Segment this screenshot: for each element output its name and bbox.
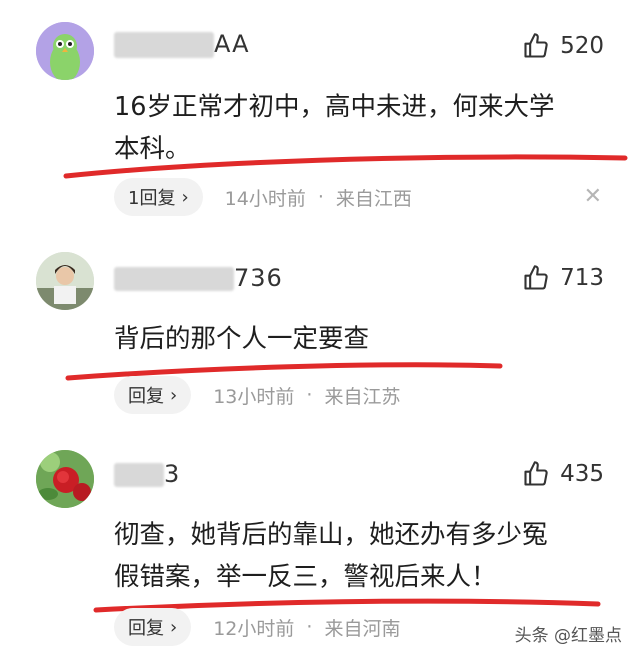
separator-dot: ·: [306, 384, 313, 406]
like-button[interactable]: 435: [522, 460, 604, 488]
avatar[interactable]: [36, 22, 94, 80]
reply-label: 1回复: [128, 188, 176, 209]
separator-dot: ·: [317, 186, 324, 208]
separator-dot: ·: [306, 616, 313, 638]
username-visible-part: 3: [164, 460, 181, 488]
comment-text: 16岁正常才初中，高中未进，何来大学 本科。: [114, 86, 614, 170]
username[interactable]: 3: [114, 460, 180, 488]
location: 来自江苏: [324, 385, 401, 408]
comment-text-line: 彻查，她背后的靠山，她还办有多少冤: [114, 520, 548, 550]
location: 来自河南: [324, 617, 401, 640]
chevron-right-icon: ›: [170, 616, 178, 638]
like-count: 713: [560, 265, 604, 291]
comment-1: AA 520 16岁正常才初中，高中未进，何来大学 本科。 1回复 › 14小时…: [0, 0, 640, 230]
reply-label: 回复: [128, 618, 164, 639]
comment-meta: 回复 › 12小时前 · 来自河南: [114, 608, 400, 646]
timestamp: 14小时前: [224, 187, 306, 210]
comment-text-line: 假错案，举一反三，警视后来人！: [114, 562, 497, 592]
comment-text: 背后的那个人一定要查: [114, 318, 614, 360]
watermark: 头条 @红墨点: [514, 626, 622, 646]
reply-button[interactable]: 回复 ›: [114, 376, 192, 414]
chevron-right-icon: ›: [181, 186, 189, 208]
username-visible-part: 736: [234, 264, 283, 292]
thumbs-up-icon: [522, 264, 550, 292]
comment-text: 彻查，她背后的靠山，她还办有多少冤 假错案，举一反三，警视后来人！: [114, 514, 614, 598]
avatar-image: [36, 22, 94, 80]
like-count: 435: [560, 461, 604, 487]
chevron-right-icon: ›: [170, 384, 178, 406]
comment-text-line: 16岁正常才初中，高中未进，何来大学: [114, 92, 555, 122]
comment-meta: 回复 › 13小时前 · 来自江苏: [114, 376, 400, 414]
username-visible-part: AA: [214, 30, 250, 58]
blurred-username: [114, 463, 164, 487]
like-count: 520: [560, 33, 604, 59]
avatar-image: [36, 252, 94, 310]
comment-text-line: 本科。: [114, 134, 191, 164]
comment-meta: 1回复 › 14小时前 · 来自江西: [114, 178, 412, 216]
reply-button[interactable]: 回复 ›: [114, 608, 192, 646]
reply-label: 回复: [128, 386, 164, 407]
avatar-image: [36, 450, 94, 508]
avatar[interactable]: [36, 450, 94, 508]
username[interactable]: AA: [114, 30, 250, 58]
reply-button[interactable]: 1回复 ›: [114, 178, 203, 216]
thumbs-up-icon: [522, 460, 550, 488]
location: 来自江西: [335, 187, 412, 210]
blurred-username: [114, 267, 234, 291]
blurred-username: [114, 32, 214, 58]
username[interactable]: 736: [114, 264, 283, 292]
like-button[interactable]: 520: [522, 32, 604, 60]
comment-text-line: 背后的那个人一定要查: [114, 324, 370, 354]
like-button[interactable]: 713: [522, 264, 604, 292]
close-icon[interactable]: ✕: [584, 184, 602, 209]
avatar[interactable]: [36, 252, 94, 310]
timestamp: 13小时前: [213, 385, 295, 408]
thumbs-up-icon: [522, 32, 550, 60]
timestamp: 12小时前: [213, 617, 295, 640]
